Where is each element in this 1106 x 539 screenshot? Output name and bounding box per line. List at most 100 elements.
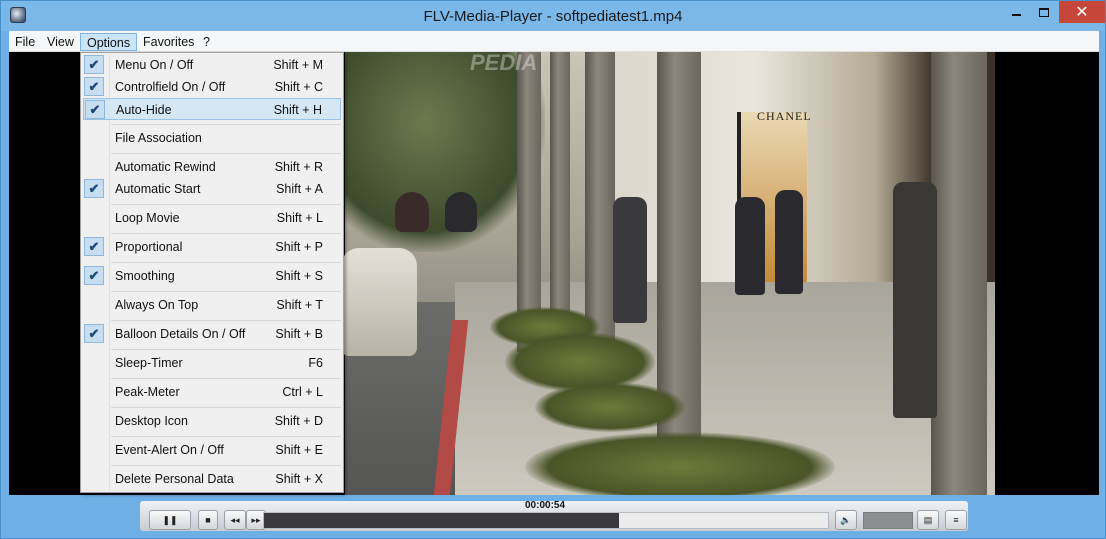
white-car (341, 248, 417, 356)
player-window: FLV-Media-Player - softpediatest1.mp4 ✕ … (0, 0, 1106, 539)
menu-separator (111, 124, 341, 125)
menu-item-shortcut: Shift + X (275, 472, 323, 486)
checkmark-icon: ✔ (84, 237, 104, 256)
menu-separator (111, 262, 341, 263)
menu-item-shortcut: Shift + L (276, 211, 323, 225)
control-bar: 00:00:54 ❚❚ ■ ◂◂ ▸▸ 🔈 ▤ ≡ (9, 495, 1099, 533)
playlist-button[interactable]: ▤ (917, 510, 939, 530)
maximize-icon (1038, 7, 1049, 17)
menu-separator (111, 407, 341, 408)
checkmark-icon: ✔ (84, 324, 104, 343)
options-menu-item[interactable]: Event-Alert On / Off Shift + E (83, 439, 341, 461)
planter (525, 432, 835, 495)
pause-button[interactable]: ❚❚ (149, 510, 191, 530)
minimize-button[interactable] (1003, 1, 1030, 23)
menu-item-label: Event-Alert On / Off (115, 443, 224, 457)
menu-item-shortcut: Shift + C (274, 80, 323, 94)
menu-item-label: Proportional (115, 240, 183, 254)
checkmark-icon: ✔ (84, 266, 104, 285)
menu-separator (111, 436, 341, 437)
menu-separator (111, 349, 341, 350)
menu-item-shortcut: Ctrl + L (282, 385, 323, 399)
menu-item-label: Automatic Start (115, 182, 201, 196)
options-menu-item[interactable]: ✔ Automatic Start Shift + A (83, 178, 341, 200)
seek-bar[interactable] (263, 512, 829, 529)
menu-item-shortcut: Shift + S (275, 269, 323, 283)
controls-panel: 00:00:54 ❚❚ ■ ◂◂ ▸▸ 🔈 ▤ ≡ (140, 500, 968, 531)
options-menu-item[interactable]: Sleep-Timer F6 (83, 352, 341, 374)
maximize-button[interactable] (1030, 1, 1057, 23)
menu-item-label: Peak-Meter (115, 385, 180, 399)
options-menu-item[interactable]: ✔ Controlfield On / Off Shift + C (83, 76, 341, 98)
palm-trunk (931, 52, 987, 495)
options-menu-item[interactable]: Loop Movie Shift + L (83, 207, 341, 229)
menu-separator (111, 378, 341, 379)
menu-file[interactable]: File (9, 33, 41, 51)
menu-item-label: Menu On / Off (115, 58, 194, 72)
menu-item-label: Balloon Details On / Off (115, 327, 246, 341)
options-menu-item[interactable]: Peak-Meter Ctrl + L (83, 381, 341, 403)
menu-item-label: File Association (115, 131, 202, 145)
menu-view[interactable]: View (41, 33, 80, 51)
menu-item-shortcut: Shift + E (275, 443, 323, 457)
close-icon: ✕ (1075, 4, 1089, 21)
options-menu-item[interactable]: File Association (83, 127, 341, 149)
title-bar[interactable]: FLV-Media-Player - softpediatest1.mp4 ✕ (1, 1, 1105, 31)
menu-item-shortcut: Shift + T (276, 298, 323, 312)
menu-item-label: Controlfield On / Off (115, 80, 226, 94)
menu-item-label: Smoothing (115, 269, 175, 283)
menu-separator (111, 153, 341, 154)
options-menu-item[interactable]: ✔ Menu On / Off Shift + M (83, 54, 341, 76)
options-menu-item[interactable]: ✔ Balloon Details On / Off Shift + B (83, 323, 341, 345)
stop-icon: ■ (205, 515, 211, 525)
menu-bar: File View Options Favorites ? (9, 31, 1099, 52)
store-sign: CHANEL (757, 109, 812, 123)
menu-item-label: Sleep-Timer (115, 356, 183, 370)
menu-options[interactable]: Options (80, 33, 138, 51)
checkmark-icon: ✔ (84, 55, 104, 74)
options-menu-item[interactable]: ✔ Auto-Hide Shift + H (83, 98, 341, 120)
menu-item-label: Always On Top (115, 298, 199, 312)
menu-item-shortcut: Shift + B (275, 327, 323, 341)
speaker-icon: 🔈 (840, 514, 852, 525)
settings-button[interactable]: ≡ (945, 510, 967, 530)
pause-icon: ❚❚ (162, 514, 178, 525)
options-menu-item[interactable]: ✔ Smoothing Shift + S (83, 265, 341, 287)
options-menu-item[interactable]: Desktop Icon Shift + D (83, 410, 341, 432)
options-menu-item[interactable]: Delete Personal Data Shift + X (83, 468, 341, 490)
menu-item-label: Automatic Rewind (115, 160, 216, 174)
menu-item-label: Auto-Hide (116, 103, 172, 117)
menu-item-label: Desktop Icon (115, 414, 188, 428)
menu-separator (111, 465, 341, 466)
menu-item-shortcut: Shift + A (276, 182, 323, 196)
checkmark-icon: ✔ (84, 179, 104, 198)
options-dropdown: ✔ Menu On / Off Shift + M ✔ Controlfield On … (80, 52, 344, 493)
menu-favorites[interactable]: Favorites (137, 33, 200, 51)
checkmark-icon: ✔ (85, 100, 105, 119)
options-menu-item[interactable]: Automatic Rewind Shift + R (83, 156, 341, 178)
menu-item-shortcut: Shift + H (273, 103, 322, 117)
menu-item-shortcut: Shift + M (273, 58, 323, 72)
rewind-button[interactable]: ◂◂ (224, 510, 246, 530)
options-menu-item[interactable]: Always On Top Shift + T (83, 294, 341, 316)
menu-item-shortcut: F6 (308, 356, 323, 370)
menu-separator (111, 320, 341, 321)
volume-slider[interactable] (863, 512, 913, 529)
pedestrian (775, 190, 803, 294)
menu-separator (111, 233, 341, 234)
close-button[interactable]: ✕ (1059, 1, 1105, 23)
checkmark-icon: ✔ (84, 77, 104, 96)
pedestrian (893, 182, 937, 418)
options-menu-item[interactable]: ✔ Proportional Shift + P (83, 236, 341, 258)
menu-item-shortcut: Shift + P (275, 240, 323, 254)
dark-car (445, 192, 477, 232)
playback-time: 00:00:54 (525, 500, 566, 511)
menu-icon: ≡ (953, 515, 959, 525)
menu-separator (111, 204, 341, 205)
menu-help[interactable]: ? (197, 33, 216, 51)
mute-button[interactable]: 🔈 (835, 510, 857, 530)
menu-item-shortcut: Shift + D (274, 414, 323, 428)
video-frame: CHANEL PEDIA (341, 52, 995, 495)
pedestrian (735, 197, 765, 295)
stop-button[interactable]: ■ (198, 510, 218, 530)
